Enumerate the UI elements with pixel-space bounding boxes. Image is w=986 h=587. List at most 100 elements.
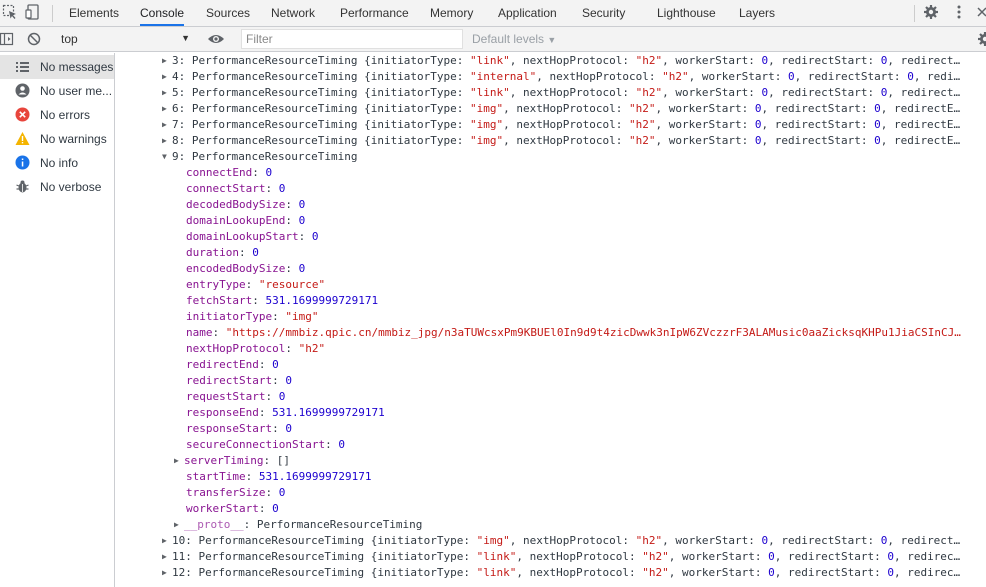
property-key: transferSize bbox=[186, 486, 266, 499]
expand-triangle-icon[interactable]: ▶ bbox=[162, 533, 172, 549]
inspect-element-icon[interactable] bbox=[2, 4, 18, 20]
property-value: 0 bbox=[278, 486, 286, 499]
entry-type: PerformanceResourceTiming bbox=[198, 534, 365, 547]
entry-preview-token: , nextHopProtocol: bbox=[509, 86, 636, 99]
property-row: duration: 0 bbox=[186, 245, 961, 261]
property-key: initiatorType bbox=[186, 310, 273, 323]
property-key: serverTiming bbox=[184, 454, 264, 467]
entry-index: 6: bbox=[172, 102, 192, 115]
property-value: 531.1699999729171 bbox=[258, 470, 372, 483]
context-selector-label: top bbox=[61, 32, 78, 46]
entry-preview-token: , nextHopProtocol: bbox=[509, 54, 636, 67]
entry-preview: {initiatorType: bbox=[364, 534, 477, 547]
entry-preview-token: , redirectE… bbox=[880, 118, 961, 131]
tab-elements[interactable]: Elements bbox=[69, 0, 119, 26]
console-settings-gear-icon[interactable] bbox=[977, 31, 986, 47]
console-entry-expanded[interactable]: ▼ 9: PerformanceResourceTiming bbox=[162, 149, 357, 165]
property-colon: : bbox=[258, 502, 273, 515]
sidebar-item-info[interactable]: No info bbox=[0, 151, 114, 175]
console-entry-row[interactable]: ▶ 12: PerformanceResourceTiming {initiato… bbox=[162, 565, 961, 581]
tab-lighthouse[interactable]: Lighthouse bbox=[657, 0, 716, 26]
property-value: "https://mmbiz.qpic.cn/mmbiz_jpg/n3aTUWc… bbox=[225, 326, 961, 339]
console-entry-row[interactable]: ▶ 7: PerformanceResourceTiming {initiator… bbox=[162, 117, 961, 133]
property-value: 0 bbox=[278, 390, 286, 403]
property-colon: : bbox=[243, 518, 257, 531]
log-levels-dropdown[interactable]: Default levels ▼ bbox=[472, 32, 556, 46]
property-key: connectStart bbox=[186, 182, 266, 195]
entry-preview-token: , workerStart: bbox=[662, 86, 762, 99]
entry-preview-token: , redirectStart: bbox=[774, 566, 888, 579]
property-colon: : bbox=[272, 374, 286, 387]
property-key: redirectStart bbox=[186, 374, 273, 387]
context-selector[interactable]: top ▼ bbox=[55, 29, 195, 49]
expand-triangle-icon[interactable]: ▶ bbox=[162, 565, 172, 581]
more-options-icon[interactable] bbox=[951, 4, 967, 20]
clear-console-icon[interactable] bbox=[26, 31, 42, 47]
console-entry-row[interactable]: ▶ 6: PerformanceResourceTiming {initiator… bbox=[162, 101, 961, 117]
sidebar-item-messages[interactable]: No messages bbox=[0, 55, 114, 79]
property-row[interactable]: ▶ __proto__: PerformanceResourceTiming bbox=[174, 517, 949, 533]
console-entry-row[interactable]: ▶ 8: PerformanceResourceTiming {initiator… bbox=[162, 133, 961, 149]
tab-network[interactable]: Network bbox=[271, 0, 315, 26]
device-toolbar-icon[interactable] bbox=[25, 4, 41, 20]
sidebar-item-warnings[interactable]: No warnings bbox=[0, 127, 114, 151]
property-colon: : bbox=[245, 278, 259, 291]
property-colon: : bbox=[265, 486, 279, 499]
property-colon: : bbox=[285, 214, 299, 227]
tab-layers[interactable]: Layers bbox=[739, 0, 775, 26]
entry-preview: {initiatorType: bbox=[357, 134, 471, 147]
devtools-tabbar: Elements Console Sources Network Perform… bbox=[0, 0, 986, 27]
console-entry-row[interactable]: ▶ 11: PerformanceResourceTiming {initiato… bbox=[162, 549, 961, 565]
tab-performance[interactable]: Performance bbox=[340, 0, 409, 26]
sidebar-item-verbose[interactable]: No verbose bbox=[0, 175, 114, 199]
property-colon: : bbox=[272, 310, 286, 323]
property-value: 531.1699999729171 bbox=[265, 294, 379, 307]
filter-input[interactable] bbox=[241, 29, 463, 49]
collapse-triangle-icon[interactable]: ▼ bbox=[162, 149, 172, 165]
sidebar-item-errors[interactable]: No errors bbox=[0, 103, 114, 127]
expand-triangle-icon[interactable]: ▶ bbox=[162, 101, 172, 117]
settings-gear-icon[interactable] bbox=[923, 4, 939, 20]
entry-preview-token: 0 bbox=[887, 566, 894, 579]
entry-preview-token: 0 bbox=[874, 118, 881, 131]
tab-application[interactable]: Application bbox=[498, 0, 557, 26]
entry-preview-token: , redirectStart: bbox=[761, 134, 875, 147]
expand-triangle-icon[interactable]: ▶ bbox=[162, 53, 172, 69]
sidebar-item-user-messages[interactable]: No user me... bbox=[0, 79, 114, 103]
log-levels-label: Default levels bbox=[472, 32, 545, 46]
property-key: secureConnectionStart bbox=[186, 438, 326, 451]
expand-triangle-icon[interactable]: ▶ bbox=[162, 85, 172, 101]
entry-index: 12: bbox=[172, 566, 199, 579]
tab-memory[interactable]: Memory bbox=[430, 0, 473, 26]
expand-triangle-icon[interactable]: ▶ bbox=[162, 133, 172, 149]
property-row: entryType: "resource" bbox=[186, 277, 961, 293]
expand-triangle-icon[interactable]: ▶ bbox=[162, 117, 172, 133]
live-expression-eye-icon[interactable] bbox=[207, 31, 225, 47]
expand-triangle-icon[interactable]: ▶ bbox=[162, 549, 172, 565]
expand-triangle-icon[interactable]: ▶ bbox=[174, 453, 184, 469]
property-colon: : bbox=[252, 294, 266, 307]
entry-preview-token: , workerStart: bbox=[662, 54, 762, 67]
expand-triangle-icon[interactable]: ▶ bbox=[174, 517, 184, 533]
tab-sources[interactable]: Sources bbox=[206, 0, 250, 26]
tab-security[interactable]: Security bbox=[582, 0, 625, 26]
property-value: 0 bbox=[338, 438, 345, 451]
console-entry-row[interactable]: ▶ 10: PerformanceResourceTiming {initiato… bbox=[162, 533, 961, 549]
show-sidebar-icon[interactable] bbox=[0, 31, 14, 47]
property-key: duration bbox=[186, 246, 239, 259]
error-icon bbox=[15, 107, 30, 122]
console-entry-row[interactable]: ▶ 3: PerformanceResourceTiming {initiator… bbox=[162, 53, 961, 69]
entry-preview-token: , redirect… bbox=[887, 54, 961, 67]
sidebar-item-label: No messages bbox=[40, 60, 114, 74]
tab-console[interactable]: Console bbox=[140, 0, 185, 26]
property-row[interactable]: ▶ serverTiming: [] bbox=[174, 453, 949, 469]
close-devtools-icon[interactable] bbox=[976, 4, 986, 20]
property-row: requestStart: 0 bbox=[186, 389, 961, 405]
console-entry-row[interactable]: ▶ 5: PerformanceResourceTiming {initiator… bbox=[162, 85, 961, 101]
entry-index: 9: bbox=[172, 150, 192, 163]
property-row: connectStart: 0 bbox=[186, 181, 961, 197]
expand-triangle-icon[interactable]: ▶ bbox=[162, 69, 172, 85]
property-value: "img" bbox=[285, 310, 319, 323]
entry-preview-token: 0 bbox=[768, 566, 775, 579]
console-entry-row[interactable]: ▶ 4: PerformanceResourceTiming {initiator… bbox=[162, 69, 961, 85]
